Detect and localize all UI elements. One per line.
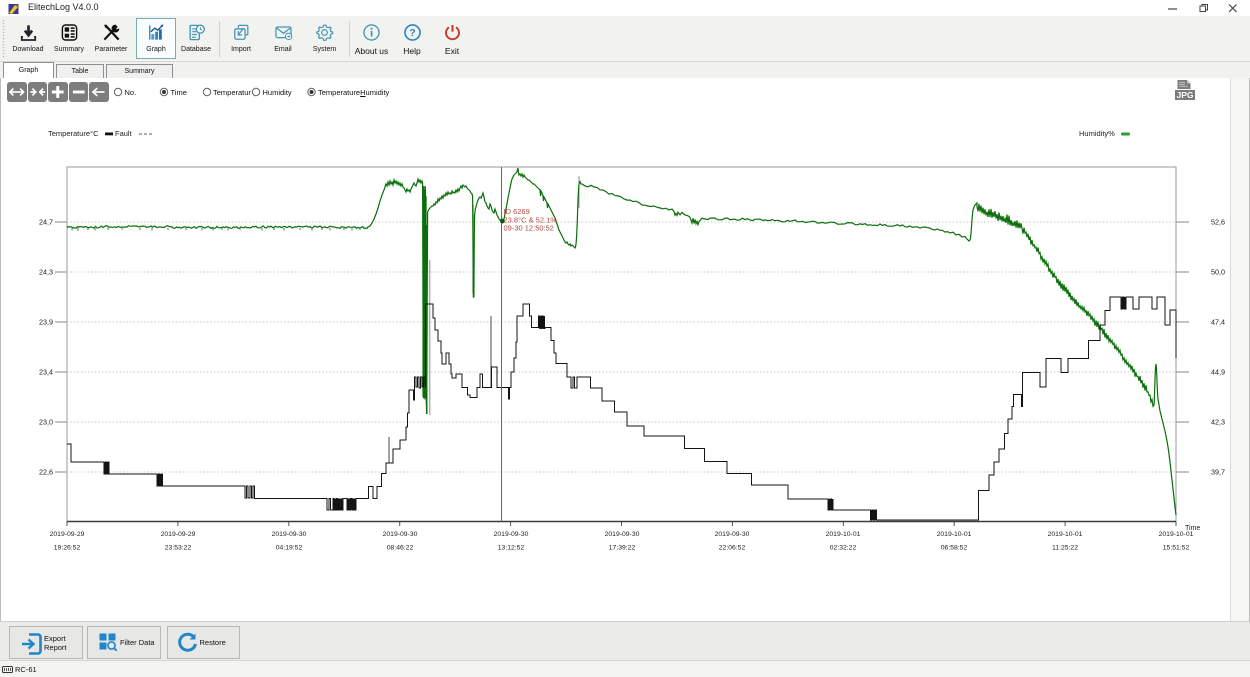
svg-text:47,4: 47,4 (1211, 318, 1225, 327)
svg-text:24,3: 24,3 (39, 268, 53, 277)
svg-text:2019-10-01: 2019-10-01 (1048, 531, 1083, 538)
svg-text:2019-10-01: 2019-10-01 (826, 531, 861, 538)
svg-text:22,6: 22,6 (39, 468, 53, 477)
svg-text:02:32:22: 02:32:22 (830, 545, 857, 552)
svg-text:Time: Time (1185, 525, 1200, 532)
svg-text:2019-10-01: 2019-10-01 (1159, 531, 1194, 538)
svg-text:11:25:22: 11:25:22 (1052, 545, 1078, 552)
svg-text:39,7: 39,7 (1211, 468, 1225, 477)
svg-text:23,0: 23,0 (39, 418, 53, 427)
svg-text:23,9: 23,9 (39, 318, 53, 327)
svg-text:2019-09-30: 2019-09-30 (494, 531, 529, 538)
svg-text:19:26:52: 19:26:52 (54, 545, 81, 552)
svg-text:09-30 12:50:52: 09-30 12:50:52 (504, 224, 554, 233)
svg-text:22:06:52: 22:06:52 (719, 545, 746, 552)
svg-text:2019-09-30: 2019-09-30 (383, 531, 418, 538)
svg-text:2019-10-01: 2019-10-01 (937, 531, 972, 538)
svg-text:50,0: 50,0 (1211, 268, 1225, 277)
svg-text:44,9: 44,9 (1211, 368, 1225, 377)
svg-text:08:46:22: 08:46:22 (387, 545, 414, 552)
svg-text:23:53:22: 23:53:22 (165, 545, 192, 552)
svg-text:23,4: 23,4 (39, 368, 53, 377)
svg-text:42,3: 42,3 (1211, 418, 1225, 427)
svg-text:52,6: 52,6 (1211, 218, 1225, 227)
svg-text:2019-09-30: 2019-09-30 (272, 531, 307, 538)
svg-text:2019-09-29: 2019-09-29 (161, 531, 196, 538)
svg-text:24,7: 24,7 (39, 218, 53, 227)
svg-text:15:51:52: 15:51:52 (1163, 545, 1190, 552)
svg-text:2019-09-30: 2019-09-30 (715, 531, 750, 538)
svg-text:13:12:52: 13:12:52 (498, 545, 525, 552)
svg-text:17:39:22: 17:39:22 (609, 545, 636, 552)
svg-text:2019-09-29: 2019-09-29 (50, 531, 85, 538)
svg-text:06:58:52: 06:58:52 (941, 545, 968, 552)
svg-text:2019-09-30: 2019-09-30 (605, 531, 640, 538)
svg-text:04:19:52: 04:19:52 (276, 545, 303, 552)
